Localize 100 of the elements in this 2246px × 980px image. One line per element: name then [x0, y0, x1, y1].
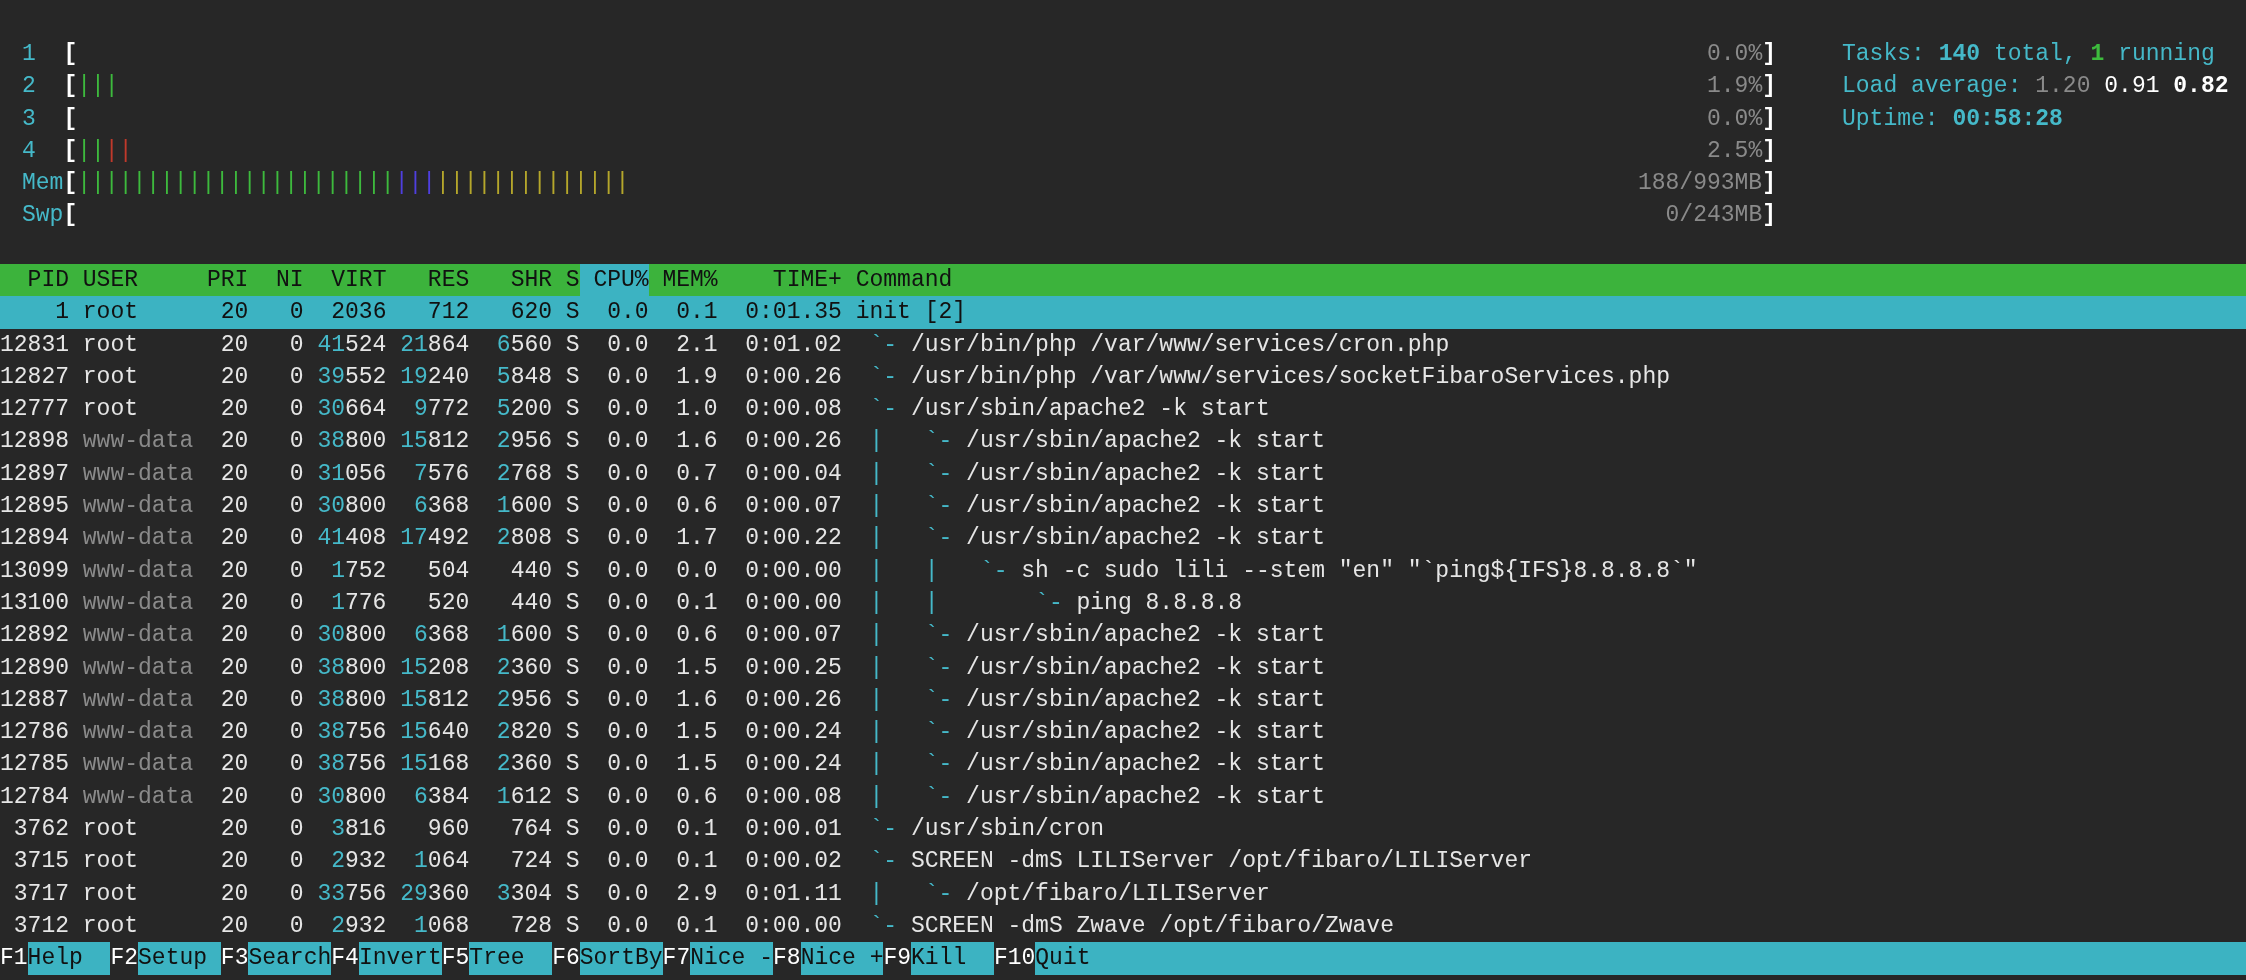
process-row[interactable]: 3717 root 20 0 33756 29360 3304 S 0.0 2.9 0:01.11 | `- /opt/fibaro/LILIServer [0, 877, 2246, 910]
table-cell-text: 0 [288, 395, 304, 425]
process-row[interactable]: 3715 root 20 0 2932 1064 724 S 0.0 0.1 0:00.02 `- SCREEN -dmS LILIServer /opt/fibaro/LILIServer [0, 845, 2246, 878]
process-row[interactable]: 12831 root 20 0 41524 21864 6560 S 0.0 2.1 0:01.02 `- /usr/bin/php /var/www/services/cron.php [0, 328, 2246, 361]
table-cell-text: 0.0 [606, 330, 649, 360]
tree-lines: `- [869, 848, 899, 875]
table-cell-text: 0.1 [675, 298, 718, 328]
meter-text: ||| [77, 72, 119, 102]
process-row[interactable]: 12890 www-data 20 0 38800 15208 2360 S 0.0 1.5 0:00.25 | `- /usr/sbin/apache2 -k start [0, 651, 2246, 684]
table-cell-text: 12898 [0, 427, 69, 457]
stat-label: total, [1993, 41, 2077, 67]
key-label: F7 [662, 944, 691, 974]
table-cell-text: 19240 [399, 362, 470, 392]
table-cell-text: 440 [509, 588, 553, 618]
process-row[interactable]: 12895 www-data 20 0 30800 6368 1600 S 0.0 0.6 0:00.07 | `- /usr/sbin/apache2 -k start [0, 490, 2246, 523]
table-cell-text: 0 [288, 621, 304, 651]
menu-button[interactable]: Nice - [690, 942, 773, 975]
process-row[interactable]: 3762 root 20 0 3816 960 764 S 0.0 0.1 0:00.01 `- /usr/sbin/cron [0, 813, 2246, 846]
column-header[interactable]: RES [386, 264, 470, 297]
menu-button[interactable]: Invert [358, 942, 442, 975]
process-row[interactable]: 12827 root 20 0 39552 19240 5848 S 0.0 1.9 0:00.26 `- /usr/bin/php /var/www/services/socketFibaroServices.php [0, 360, 2246, 394]
table-cell-text: 0.0 [606, 362, 649, 392]
column-header[interactable]: PRI [207, 264, 249, 297]
menu-button[interactable]: Setup [138, 942, 221, 975]
table-cell-text: root [82, 330, 139, 360]
table-cell-text: 2956 [495, 685, 553, 715]
menu-button[interactable]: Tree [469, 942, 553, 975]
tree-lines: | `- [869, 686, 954, 713]
command-text: /usr/sbin/apache2 -k start [966, 622, 1325, 649]
table-cell-text: root [82, 298, 139, 328]
menu-button[interactable]: Search [248, 942, 332, 975]
table-cell-text: 620 [509, 298, 553, 328]
process-row[interactable]: 12786 www-data 20 0 38756 15640 2820 S 0.0 1.5 0:00.24 | `- /usr/sbin/apache2 -k start [0, 716, 2246, 749]
table-cell-text: 3762 [12, 815, 69, 845]
column-header[interactable]: Command [855, 264, 953, 297]
menu-button[interactable]: Help [27, 942, 111, 975]
process-row[interactable]: 13099 www-data 20 0 1752 504 440 S 0.0 0.0 0:00.00 | | `- sh -c sudo lili --stem "en" "`ping${IFS}8.8.8.8`" [0, 554, 2246, 587]
table-cell-text: 3717 [12, 879, 69, 909]
process-row[interactable]: 13100 www-data 20 0 1776 520 440 S 0.0 0.1 0:00.00 | | `- ping 8.8.8.8 [0, 586, 2246, 620]
process-row[interactable]: 1 root 20 0 2036 712 620 S 0.0 0.1 0:01.35 init [2] [0, 296, 2246, 329]
column-header[interactable]: CPU% [579, 264, 649, 297]
table-cell-text: www-data [82, 492, 195, 522]
table-cell-text: 38800 [316, 685, 387, 715]
table-cell-text: 2360 [495, 653, 553, 683]
table-cell-text: 29360 [399, 879, 470, 909]
column-header[interactable]: USER [82, 264, 207, 297]
column-header[interactable]: PID [0, 264, 69, 297]
menu-button[interactable]: Nice + [800, 942, 884, 975]
table-cell-text: 0 [288, 588, 304, 618]
process-row[interactable]: 12784 www-data 20 0 30800 6384 1612 S 0.0 0.6 0:00.08 | `- /usr/sbin/apache2 -k start [0, 780, 2246, 814]
table-cell-text: 0.0 [606, 395, 649, 425]
tree-lines: | `- [869, 525, 954, 552]
table-cell-text: 0:00.04 [744, 459, 842, 489]
process-row[interactable]: 12897 www-data 20 0 31056 7576 2768 S 0.0 0.7 0:00.04 | `- /usr/sbin/apache2 -k start [0, 457, 2246, 491]
table-cell-text: root [82, 879, 139, 909]
menu-button[interactable]: SortBy [579, 942, 663, 975]
table-cell-text: 1068 [413, 911, 470, 941]
table-cell-text: 20 [219, 653, 249, 683]
tree-lines: `- [869, 363, 899, 390]
process-row[interactable]: 12785 www-data 20 0 38756 15168 2360 S 0.0 1.5 0:00.24 | `- /usr/sbin/apache2 -k start [0, 748, 2246, 781]
command-text: ping 8.8.8.8 [1076, 589, 1243, 616]
table-cell-text: 1.6 [675, 427, 718, 457]
table-cell-text: 20 [219, 718, 249, 748]
column-header[interactable]: TIME+ [717, 264, 842, 297]
stat-value: 0.91 [2104, 73, 2160, 100]
tree-lines: | `- [869, 493, 954, 520]
table-cell-text: 0.0 [606, 718, 649, 748]
table-cell-text: 20 [219, 685, 249, 715]
tree-lines: | `- [869, 460, 954, 487]
menu-button[interactable]: Quit [1035, 942, 2246, 975]
process-row[interactable]: 12898 www-data 20 0 38800 15812 2956 S 0.0 1.6 0:00.26 | `- /usr/sbin/apache2 -k start [0, 425, 2246, 458]
process-row[interactable]: 12887 www-data 20 0 38800 15812 2956 S 0.0 1.6 0:00.26 | `- /usr/sbin/apache2 -k start [0, 683, 2246, 717]
process-row[interactable]: 12777 root 20 0 30664 9772 5200 S 0.0 1.0 0:00.08 `- /usr/sbin/apache2 -k start [0, 393, 2246, 426]
column-header[interactable]: SHR [469, 264, 553, 297]
tree-lines: | `- [869, 428, 954, 455]
table-cell-text: 30800 [316, 621, 387, 651]
column-header[interactable]: S [552, 264, 580, 297]
table-cell-text: 0:01.35 [744, 298, 842, 328]
table-cell-text: S [564, 459, 580, 489]
bracket: [ [63, 136, 78, 166]
process-row[interactable]: 12892 www-data 20 0 30800 6368 1600 S 0.0 0.6 0:00.07 | `- /usr/sbin/apache2 -k start [0, 619, 2246, 652]
table-cell-text: 0 [288, 879, 304, 909]
column-header[interactable]: NI [248, 264, 304, 297]
column-header[interactable]: VIRT [303, 264, 387, 297]
table-cell-text: www-data [82, 524, 195, 554]
table-cell-text: 0:00.24 [744, 750, 842, 780]
bracket: ] [1762, 40, 1776, 69]
table-cell-text: 0.6 [675, 621, 718, 651]
table-cell-text: 0.0 [606, 427, 649, 457]
table-cell-text: 20 [219, 750, 249, 780]
process-row[interactable]: 12894 www-data 20 0 41408 17492 2808 S 0.0 1.7 0:00.22 | `- /usr/sbin/apache2 -k start [0, 522, 2246, 555]
table-cell-text: 20 [219, 524, 249, 554]
table-cell-text: 0:00.00 [744, 556, 842, 586]
table-cell-text: 0 [288, 847, 304, 877]
column-header[interactable]: MEM% [648, 264, 718, 297]
process-row[interactable]: 3712 root 20 0 2932 1068 728 S 0.0 0.1 0:00.00 `- SCREEN -dmS Zwave /opt/fibaro/Zwave [0, 909, 2246, 943]
key-label: F6 [552, 944, 580, 974]
table-cell-text: 39552 [316, 362, 387, 392]
table-cell-text: 2956 [495, 427, 553, 457]
menu-button[interactable]: Kill [911, 942, 994, 975]
